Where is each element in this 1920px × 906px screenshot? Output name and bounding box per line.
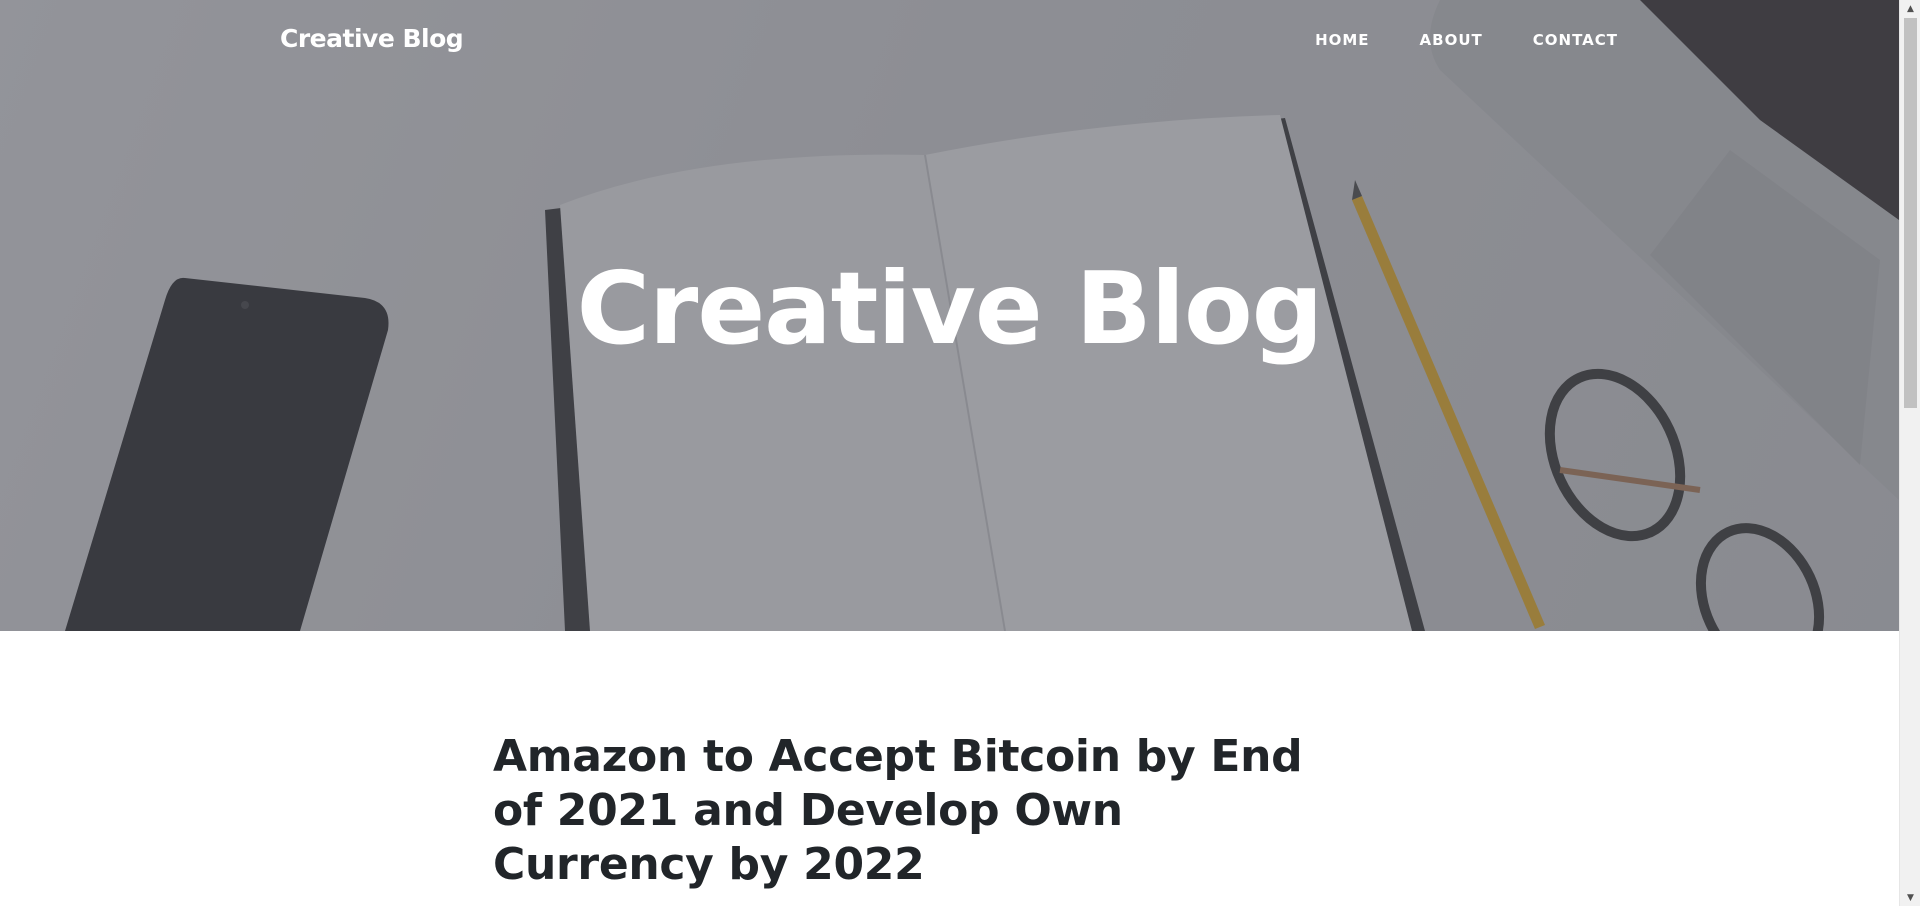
arrow-down-icon[interactable]: ▼ bbox=[1900, 889, 1920, 906]
hero-header: Creative Blog HOME ABOUT CONTACT Creativ… bbox=[0, 0, 1899, 631]
post-link[interactable]: Amazon to Accept Bitcoin by End of 2021 … bbox=[493, 730, 1343, 892]
hero-title: Creative Blog bbox=[576, 250, 1324, 367]
main-navbar: Creative Blog HOME ABOUT CONTACT bbox=[0, 0, 1899, 80]
nav-link-contact[interactable]: CONTACT bbox=[1533, 31, 1618, 49]
nav-item-about: ABOUT bbox=[1420, 30, 1483, 49]
main-content: Amazon to Accept Bitcoin by End of 2021 … bbox=[493, 730, 1343, 892]
nav-item-home: HOME bbox=[1315, 30, 1369, 49]
nav-link-home[interactable]: HOME bbox=[1315, 31, 1369, 49]
post-title: Amazon to Accept Bitcoin by End of 2021 … bbox=[493, 731, 1303, 890]
nav-links: HOME ABOUT CONTACT bbox=[1315, 30, 1618, 49]
scroll-thumb[interactable] bbox=[1904, 18, 1917, 408]
arrow-up-icon[interactable]: ▲ bbox=[1900, 0, 1920, 17]
vertical-scrollbar[interactable]: ▲ ▼ bbox=[1899, 0, 1920, 906]
nav-item-contact: CONTACT bbox=[1533, 30, 1618, 49]
nav-link-about[interactable]: ABOUT bbox=[1420, 31, 1483, 49]
brand-link[interactable]: Creative Blog bbox=[280, 24, 464, 53]
page: Creative Blog HOME ABOUT CONTACT Creativ… bbox=[0, 0, 1920, 906]
post-preview: Amazon to Accept Bitcoin by End of 2021 … bbox=[493, 730, 1343, 892]
